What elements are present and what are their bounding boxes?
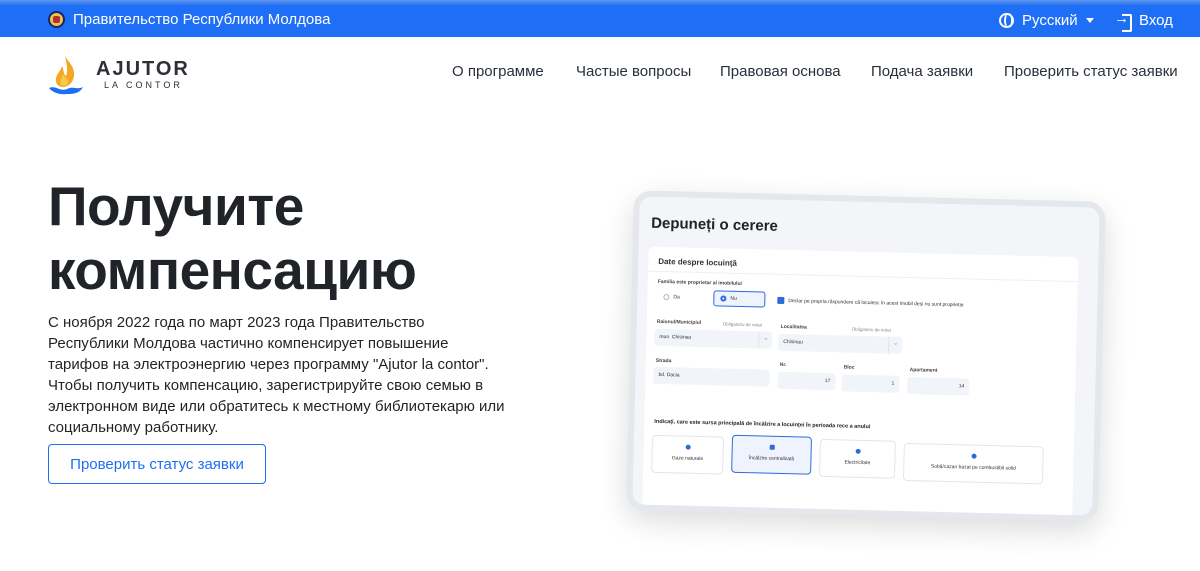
logo[interactable]: AJUTOR LA CONTOR [48,54,198,98]
option-natural-gas: Gaze naturale [651,434,724,475]
option-electricity-label: Electricitate [844,459,871,467]
radio-no: Nu [713,290,766,308]
form-card: Date despre locuință Familia este propri… [642,246,1079,520]
nav-legal-basis[interactable]: Правовая основа [720,63,841,80]
nr-value: 17 [824,378,831,385]
checkbox-checked-icon [777,296,785,304]
hero-description: С ноября 2022 года по март 2023 года Пра… [48,314,505,436]
nr-field: 17 [777,371,836,391]
option-natural-gas-label: Gaze naturale [671,455,704,463]
check-status-button[interactable]: Проверить статус заявки [48,444,266,484]
radio-yes: Da [657,289,686,306]
top-bar: Правительство Республики Молдова Русский… [0,0,1200,37]
locality-hint: Obligatoriu de notat [851,326,891,333]
raion-field: mun. Chisinau ⌄ [654,328,773,349]
raion-dropdown-icon: ⌄ [758,331,773,349]
language-label: Русский [1022,12,1078,29]
radio-yes-icon [663,294,670,301]
stove-icon [971,453,977,459]
owner-label: Familia este proprietar al imobilului [657,278,742,287]
form-title: Depuneți o cerere [650,214,779,235]
tablet-frame: Depuneți o cerere Date despre locuință F… [626,190,1106,522]
apartment-label: Apartament [909,367,938,374]
hero-title: Получите компенсацию [48,174,417,302]
logo-title: AJUTOR [96,58,190,80]
raion-hint: Obligatoriu de notat [722,321,763,328]
form-section-title: Date despre locuință [658,256,738,268]
radio-yes-label: Da [673,294,680,301]
bloc-value: 1 [891,380,895,387]
login-icon [1114,10,1132,32]
locality-dropdown-icon: ⌄ [888,336,903,354]
building-icon [769,444,775,450]
hero-title-line2: компенсацию [48,239,417,301]
lightning-icon [855,448,861,454]
locality-field: Chisinau ⌄ [778,333,903,354]
option-central-heating: Încălzire centralizată [731,434,813,475]
government-label: Правительство Республики Молдова [73,11,331,28]
street-value: bd. Dacia [658,371,680,379]
raion-value: mun. Chisinau [659,333,692,341]
apartment-value: 14 [958,383,965,390]
option-electricity: Electricitate [819,438,896,479]
nr-label: Nr. [779,361,787,369]
browser-scroll-edge [0,0,1200,6]
radio-no-icon [720,295,727,302]
chevron-down-icon [1085,18,1094,23]
nav-about[interactable]: О программе [452,63,544,80]
tablet-illustration: Depuneți o cerere Date despre locuință F… [626,190,1106,522]
declaration-checkbox: Declar pe propria răspundere că locuiesc… [777,296,965,309]
nav-submit-application[interactable]: Подача заявки [871,63,973,80]
globe-icon [999,13,1014,28]
login-label: Вход [1139,12,1173,29]
option-central-heating-label: Încălzire centralizată [748,455,795,463]
locality-value: Chisinau [783,338,803,346]
language-selector[interactable]: Русский [999,12,1094,29]
government-link[interactable]: Правительство Республики Молдова [48,11,330,28]
option-solid-fuel-label: Sobă/cazan bazat pe combustibil solid [930,463,1016,472]
declaration-label: Declar pe propria răspundere că locuiesc… [788,297,965,308]
nav-faq[interactable]: Частые вопросы [576,63,691,80]
bloc-field: 1 [841,374,900,393]
option-solid-fuel: Sobă/cazan bazat pe combustibil solid [902,442,1044,485]
nav-check-status[interactable]: Проверить статус заявки [1004,63,1178,80]
apartment-field: 14 [907,377,970,396]
raion-label: Raionul/Municipiul [656,318,702,326]
bloc-label: Bloc [843,364,855,371]
street-field: bd. Dacia [653,366,770,387]
flame-icon [685,444,691,450]
coat-of-arms-icon [48,11,65,28]
locality-label: Localitatea [780,323,807,331]
flame-logo-icon [49,56,83,95]
logo-subtitle: LA CONTOR [104,80,183,90]
login-link[interactable]: Вход [1114,10,1173,32]
street-label: Strada [655,357,672,365]
radio-no-label: Nu [730,295,737,302]
heating-question: Indicați, care este sursa principală de … [654,418,871,431]
hero-title-line1: Получите [48,175,304,237]
